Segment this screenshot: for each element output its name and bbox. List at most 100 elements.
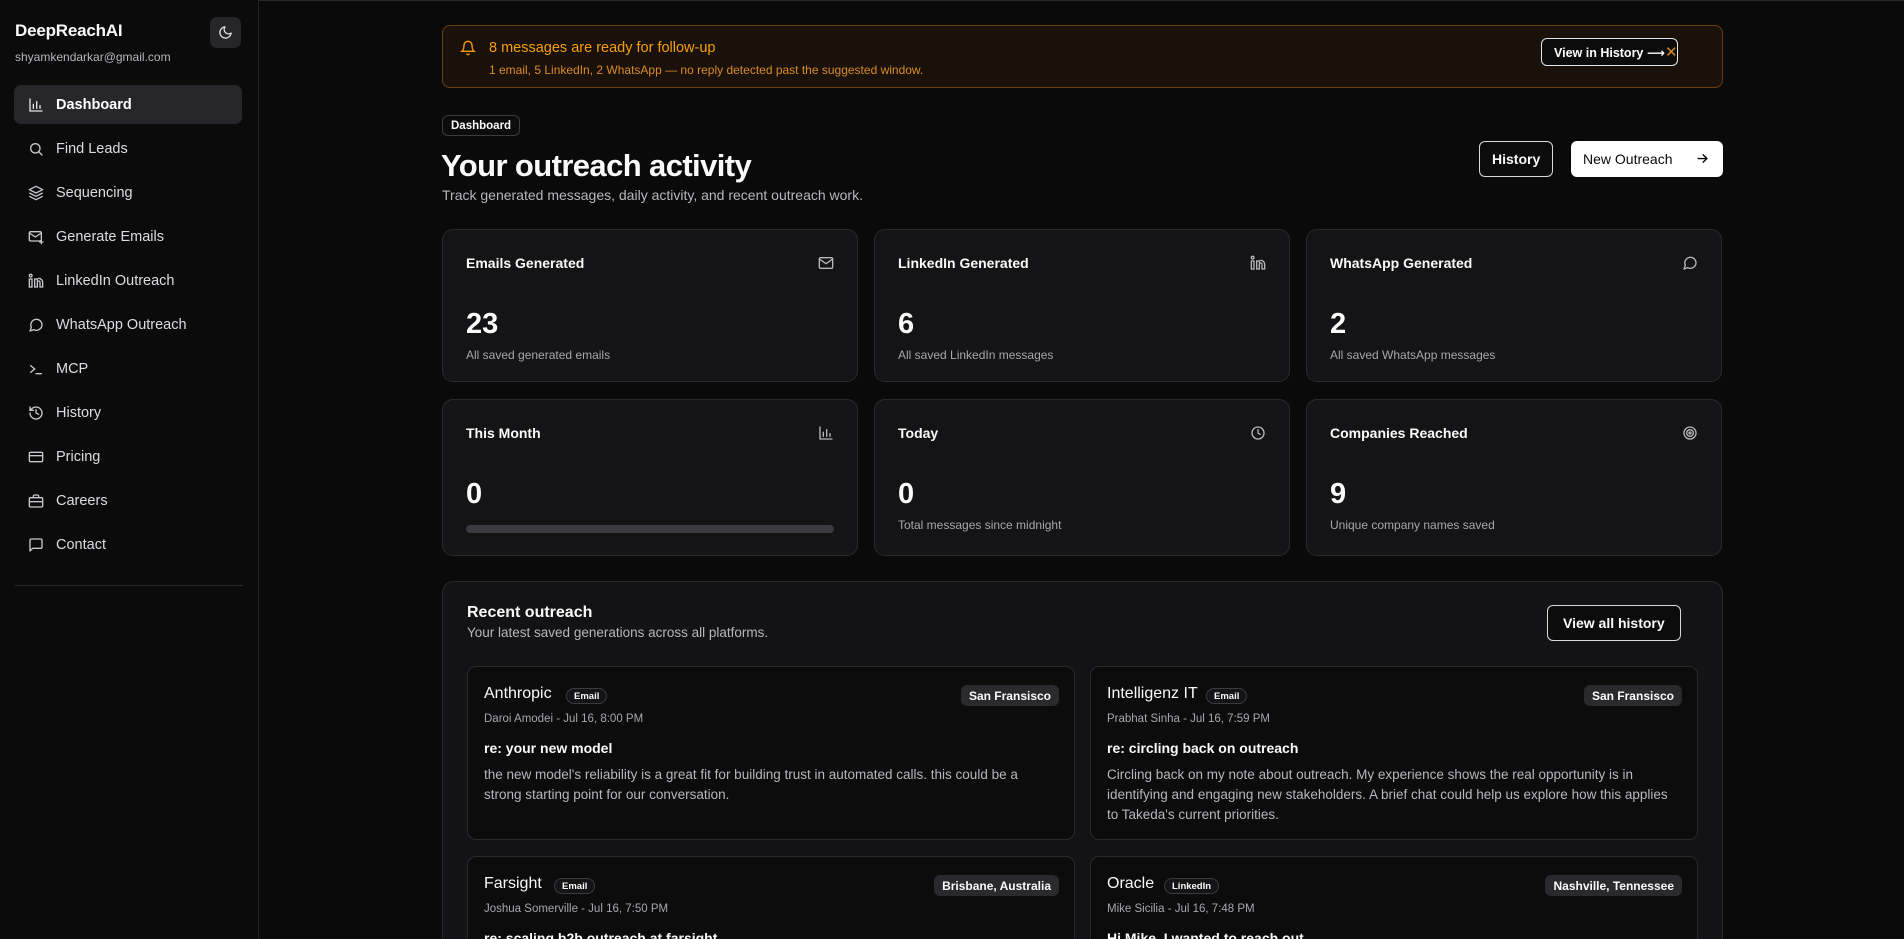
stat-subtitle: Unique company names saved (1330, 518, 1495, 532)
card-meta: Joshua Somerville - Jul 16, 7:50 PM (484, 903, 669, 915)
search-icon (27, 140, 44, 157)
mail-icon (818, 255, 834, 276)
clock-icon (1250, 425, 1266, 446)
linkedin-icon (1250, 255, 1266, 276)
breadcrumb: Dashboard (442, 115, 521, 136)
outreach-card[interactable]: Intelligenz IT Email San Fransisco Prabh… (1090, 666, 1698, 840)
outreach-card[interactable]: Anthropic Email San Fransisco Daroi Amod… (467, 666, 1075, 840)
chat-bubble-icon (1682, 255, 1698, 276)
bell-icon (459, 40, 477, 61)
alert-subtitle: 1 email, 5 LinkedIn, 2 WhatsApp — no rep… (489, 63, 924, 77)
user-email: shyamkendarkar@gmail.com (15, 50, 171, 64)
stat-title: Emails Generated (466, 255, 585, 271)
outreach-card[interactable]: Oracle LinkedIn Nashville, Tennessee Mik… (1090, 856, 1698, 939)
stat-title: Companies Reached (1330, 425, 1468, 441)
chat-bubble-icon (27, 316, 44, 333)
card-body: the new model's reliability is a great f… (484, 767, 1018, 802)
card-company: Farsight (484, 875, 542, 892)
card-type-badge: Email (1206, 688, 1248, 704)
card-body: Circling back on my note about outreach.… (1107, 767, 1668, 822)
sidebar-item-label: History (56, 404, 102, 421)
stat-subtitle: All saved WhatsApp messages (1330, 348, 1496, 362)
stat-card-linkedin: LinkedIn Generated 6 All saved LinkedIn … (874, 229, 1290, 382)
view-all-history-button[interactable]: View all history (1547, 605, 1681, 641)
card-type-badge: Email (554, 878, 596, 894)
stat-card-whatsapp: WhatsApp Generated 2 All saved WhatsApp … (1306, 229, 1722, 382)
sidebar-item-sequencing[interactable]: Sequencing (14, 173, 242, 212)
sidebar-item-label: MCP (56, 360, 89, 377)
view-in-history-button[interactable]: View in History ⟶ (1541, 38, 1678, 66)
message-square-icon (27, 536, 44, 553)
card-location-badge: Brisbane, Australia (934, 875, 1059, 896)
stat-card-this-month: This Month 0 (442, 399, 858, 556)
follow-up-alert: 8 messages are ready for follow-up 1 ema… (442, 25, 1723, 88)
sidebar-item-label: Sequencing (56, 184, 133, 201)
card-location-badge: San Fransisco (960, 685, 1059, 706)
card-meta: Daroi Amodei - Jul 16, 8:00 PM (484, 713, 644, 725)
theme-toggle-button[interactable] (210, 17, 241, 48)
stat-card-emails: Emails Generated 23 All saved generated … (442, 229, 858, 382)
card-subject: re: your new model (484, 740, 613, 756)
target-icon (1682, 425, 1698, 446)
brand-logo[interactable]: DeepReachAI (15, 21, 123, 41)
sidebar-item-careers[interactable]: Careers (14, 481, 242, 520)
sidebar-item-label: Find Leads (56, 140, 128, 157)
sidebar-item-linkedin-outreach[interactable]: LinkedIn Outreach (14, 261, 242, 300)
sidebar-item-label: Contact (56, 536, 106, 553)
outreach-card[interactable]: Farsight Email Brisbane, Australia Joshu… (467, 856, 1075, 939)
linkedin-icon (27, 272, 44, 289)
stat-value: 0 (466, 478, 483, 510)
sidebar-nav: Dashboard Find Leads Sequencing Generate… (14, 85, 242, 569)
sidebar-item-label: Dashboard (56, 96, 132, 113)
sidebar-item-dashboard[interactable]: Dashboard (14, 85, 242, 124)
section-subtitle: Your latest saved generations across all… (467, 625, 769, 640)
section-title: Recent outreach (467, 604, 593, 621)
page-title: Your outreach activity (441, 148, 752, 183)
card-meta: Prabhat Sinha - Jul 16, 7:59 PM (1107, 713, 1271, 725)
month-progress-bar (466, 525, 834, 533)
sidebar-item-history[interactable]: History (14, 393, 242, 432)
stat-title: This Month (466, 425, 541, 441)
stat-value: 2 (1330, 308, 1347, 340)
sidebar-item-generate-emails[interactable]: Generate Emails (14, 217, 242, 256)
stat-subtitle: All saved generated emails (466, 348, 611, 362)
close-icon[interactable]: ✕ (1665, 43, 1678, 61)
sidebar-item-contact[interactable]: Contact (14, 525, 242, 564)
sidebar-item-label: Generate Emails (56, 228, 164, 245)
sidebar-item-label: WhatsApp Outreach (56, 316, 187, 333)
credit-card-icon (27, 448, 44, 465)
card-meta: Mike Sicilia - Jul 16, 7:48 PM (1107, 903, 1255, 915)
new-outreach-button[interactable]: New Outreach (1571, 141, 1723, 177)
main-content: 8 messages are ready for follow-up 1 ema… (260, 0, 1904, 939)
new-outreach-label: New Outreach (1583, 151, 1673, 167)
card-subject: re: circling back on outreach (1107, 740, 1299, 756)
stat-card-today: Today 0 Total messages since midnight (874, 399, 1290, 556)
briefcase-icon (27, 492, 44, 509)
card-subject: Hi Mike, I wanted to reach out (1107, 930, 1304, 939)
card-type-badge: LinkedIn (1164, 878, 1220, 894)
card-company: Intelligenz IT (1107, 685, 1198, 702)
history-button[interactable]: History (1479, 141, 1554, 177)
moon-icon (219, 26, 232, 39)
sidebar-item-whatsapp-outreach[interactable]: WhatsApp Outreach (14, 305, 242, 344)
sidebar-divider (15, 585, 243, 586)
card-type-badge: Email (566, 688, 608, 704)
stat-value: 0 (898, 478, 915, 510)
stat-title: WhatsApp Generated (1330, 255, 1473, 271)
sidebar-item-mcp[interactable]: MCP (14, 349, 242, 388)
stat-value: 23 (466, 308, 499, 340)
stat-value: 9 (1330, 478, 1347, 510)
sidebar: DeepReachAI shyamkendarkar@gmail.com Das… (0, 0, 259, 939)
stat-title: LinkedIn Generated (898, 255, 1029, 271)
mail-plus-icon (27, 228, 44, 245)
stat-title: Today (898, 425, 939, 441)
card-company: Anthropic (484, 685, 552, 702)
stat-subtitle: Total messages since midnight (898, 518, 1062, 532)
stat-card-companies: Companies Reached 9 Unique company names… (1306, 399, 1722, 556)
layers-icon (27, 184, 44, 201)
sidebar-item-pricing[interactable]: Pricing (14, 437, 242, 476)
bar-chart-icon (818, 425, 834, 446)
sidebar-item-find-leads[interactable]: Find Leads (14, 129, 242, 168)
terminal-icon (27, 360, 44, 377)
card-company: Oracle (1107, 875, 1155, 892)
